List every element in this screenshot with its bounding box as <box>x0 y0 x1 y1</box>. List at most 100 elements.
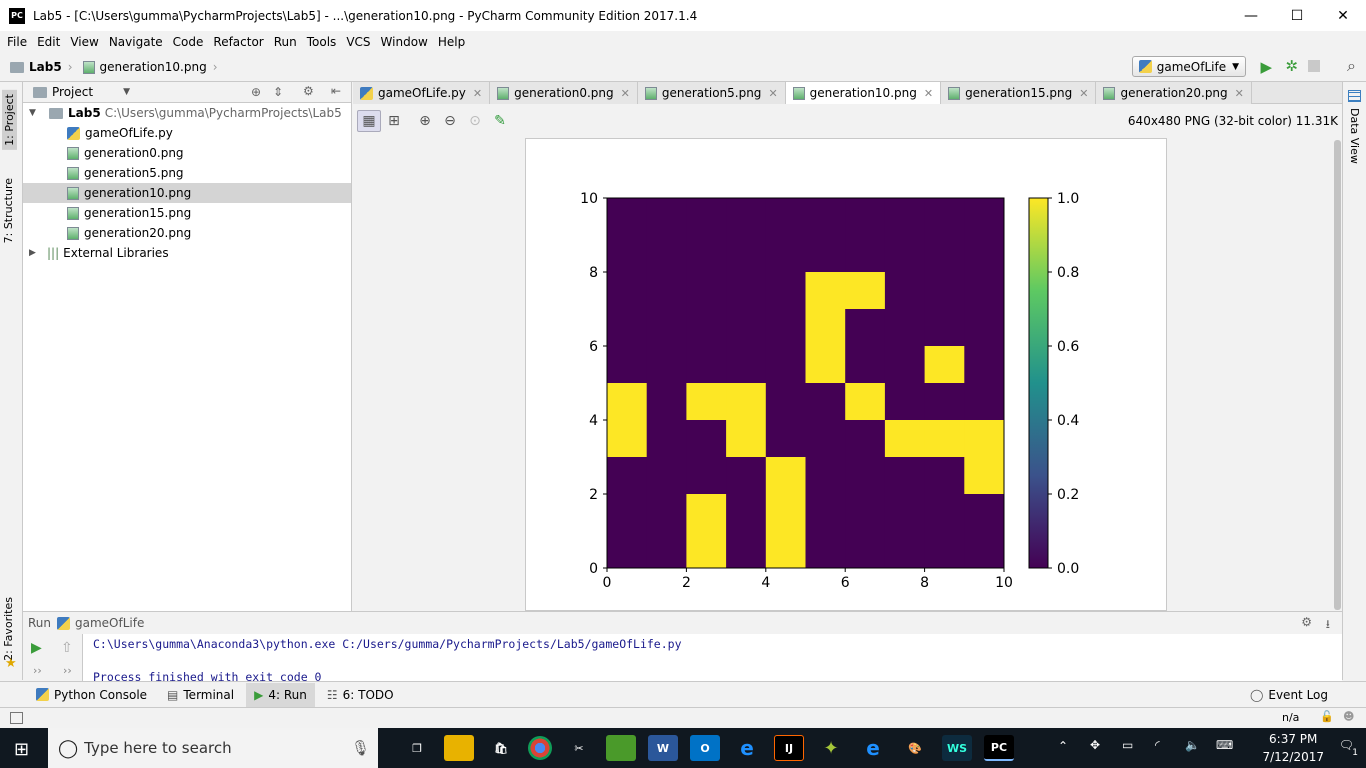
tab-data-view[interactable]: Data View <box>1348 108 1361 164</box>
expand-arrow-icon[interactable]: ▶ <box>29 248 43 258</box>
minimize-button[interactable]: — <box>1228 0 1274 31</box>
menu-view[interactable]: View <box>65 35 103 49</box>
lock-icon[interactable]: 🔓 <box>1320 710 1334 723</box>
grid-toggle-icon[interactable]: ⊞ <box>382 110 406 132</box>
menu-refactor[interactable]: Refactor <box>208 35 268 49</box>
paint-icon[interactable]: 🎨 <box>900 735 930 761</box>
menu-window[interactable]: Window <box>376 35 433 49</box>
pycharm-taskbar-icon[interactable]: PC <box>984 735 1014 761</box>
hide-panel-icon[interactable]: ⇤ <box>331 84 341 98</box>
close-tab-icon[interactable]: ✕ <box>621 87 630 100</box>
webstorm-icon[interactable]: WS <box>942 735 972 761</box>
more-icon[interactable]: ›› <box>63 664 72 677</box>
android-studio-icon[interactable]: ✦ <box>816 735 846 761</box>
locate-icon[interactable]: ⊕ <box>251 85 261 99</box>
tool-window-toggle-icon[interactable] <box>10 712 23 724</box>
tab-generation5[interactable]: generation5.png ✕ <box>637 82 786 104</box>
tab-project-tool[interactable]: 1: Project <box>2 90 17 150</box>
zoom-out-icon[interactable]: ⊖ <box>438 110 462 132</box>
close-tab-icon[interactable]: ✕ <box>768 87 777 100</box>
microphone-icon[interactable]: 🎙 <box>351 739 370 757</box>
chevron-up-icon[interactable]: ⌃ <box>1058 739 1068 753</box>
more-icon[interactable]: ›› <box>33 664 42 677</box>
tab-todo[interactable]: ☷ 6: TODO <box>319 683 402 707</box>
close-tab-icon[interactable]: ✕ <box>924 87 933 100</box>
breadcrumb-file[interactable]: generation10.png › <box>82 60 218 74</box>
run-icon[interactable]: ▶ <box>1260 58 1272 76</box>
chessboard-icon[interactable]: ▦ <box>357 109 381 132</box>
word-icon[interactable]: W <box>648 735 678 761</box>
tab-generation10[interactable]: generation10.png ✕ <box>785 82 942 104</box>
menu-edit[interactable]: Edit <box>32 35 65 49</box>
tab-run[interactable]: ▶ 4: Run <box>246 682 315 707</box>
taskbar-clock[interactable]: 6:37 PM 7/12/2017 <box>1262 730 1324 766</box>
snipping-tool-icon[interactable]: ✂ <box>564 735 594 761</box>
gear-icon[interactable]: ⚙ <box>1301 615 1312 629</box>
tab-event-log[interactable]: ◯ Event Log <box>1242 683 1336 707</box>
tab-generation15[interactable]: generation15.png ✕ <box>941 82 1097 104</box>
internet-explorer-icon[interactable]: e <box>732 735 762 761</box>
tree-file-generation15[interactable]: generation15.png <box>23 203 351 223</box>
run-config-select[interactable]: gameOfLife ▼ <box>1131 56 1246 77</box>
inspector-icon[interactable]: ☻ <box>1343 710 1354 723</box>
menu-tools[interactable]: Tools <box>302 35 342 49</box>
search-icon[interactable]: ⌕ <box>1347 56 1356 76</box>
tab-python-console[interactable]: Python Console <box>28 683 155 707</box>
close-tab-icon[interactable]: ✕ <box>1079 87 1088 100</box>
tree-file-generation5[interactable]: generation5.png <box>23 163 351 183</box>
color-picker-icon[interactable]: ✎ <box>488 110 512 132</box>
debug-icon[interactable]: ✲ <box>1285 57 1298 75</box>
task-view-icon[interactable]: ❐ <box>402 735 432 761</box>
file-explorer-icon[interactable] <box>444 735 474 761</box>
menu-file[interactable]: File <box>2 35 32 49</box>
close-tab-icon[interactable]: ✕ <box>473 87 482 100</box>
stop-icon[interactable] <box>1308 60 1320 72</box>
actual-size-icon[interactable]: ⊙ <box>463 110 487 132</box>
wifi-icon[interactable]: ◜ <box>1155 738 1160 752</box>
outlook-icon[interactable]: O <box>690 735 720 761</box>
taskbar-search[interactable]: ◯ Type here to search 🎙 <box>48 728 378 768</box>
store-icon[interactable]: 🛍 <box>486 735 516 761</box>
battery-icon[interactable]: ▭ <box>1122 738 1133 752</box>
menu-code[interactable]: Code <box>168 35 209 49</box>
tab-favorites-tool[interactable]: 2: Favorites <box>2 597 15 661</box>
project-view-select[interactable]: Project <box>52 85 93 99</box>
chevron-down-icon[interactable]: ▼ <box>123 87 130 97</box>
menu-navigate[interactable]: Navigate <box>104 35 168 49</box>
tree-file-gameoflife[interactable]: gameOfLife.py <box>23 123 351 143</box>
tab-generation20[interactable]: generation20.png ✕ <box>1096 82 1252 104</box>
tree-file-generation0[interactable]: generation0.png <box>23 143 351 163</box>
tree-file-generation20[interactable]: generation20.png <box>23 223 351 243</box>
dropbox-icon[interactable]: ✥ <box>1090 738 1100 752</box>
breadcrumb-project[interactable]: Lab5 › <box>10 60 73 74</box>
up-arrow-icon[interactable]: ⇧ <box>61 640 73 656</box>
menu-help[interactable]: Help <box>433 35 470 49</box>
vertical-scrollbar[interactable] <box>1333 137 1342 611</box>
intellij-icon[interactable]: IJ <box>774 735 804 761</box>
zoom-in-icon[interactable]: ⊕ <box>413 110 437 132</box>
tab-structure-tool[interactable]: 7: Structure <box>2 178 15 243</box>
close-tab-icon[interactable]: ✕ <box>1235 87 1244 100</box>
menu-vcs[interactable]: VCS <box>341 35 375 49</box>
keyboard-icon[interactable]: ⌨ <box>1216 738 1233 752</box>
close-button[interactable]: ✕ <box>1320 0 1366 31</box>
minimize-panel-icon[interactable]: ⭳ <box>1326 615 1330 636</box>
tree-external-libraries[interactable]: ▶ ||| External Libraries <box>23 243 351 263</box>
rerun-icon[interactable]: ▶ <box>31 640 42 656</box>
volume-icon[interactable]: 🔈 <box>1185 738 1200 752</box>
maximize-button[interactable]: ☐ <box>1274 0 1320 31</box>
tab-terminal[interactable]: ▤ Terminal <box>159 683 242 707</box>
spreadsheet-app-icon[interactable] <box>606 735 636 761</box>
windows-start-icon[interactable]: ⊞ <box>14 739 29 760</box>
collapse-icon[interactable]: ⇕ <box>273 85 283 99</box>
expand-arrow-icon[interactable]: ▼ <box>29 108 43 118</box>
scrollbar-thumb[interactable] <box>1334 140 1341 610</box>
tab-gameoflife-py[interactable]: gameOfLife.py ✕ <box>353 82 491 104</box>
tree-file-generation10[interactable]: generation10.png <box>23 183 351 203</box>
tab-generation0[interactable]: generation0.png ✕ <box>490 82 638 104</box>
gear-icon[interactable]: ⚙ <box>303 84 314 98</box>
menu-run[interactable]: Run <box>269 35 302 49</box>
edge-icon[interactable]: e <box>858 735 888 761</box>
chrome-icon[interactable] <box>528 736 552 760</box>
tree-root-lab5[interactable]: ▼ Lab5 C:\Users\gumma\PycharmProjects\La… <box>23 103 351 123</box>
